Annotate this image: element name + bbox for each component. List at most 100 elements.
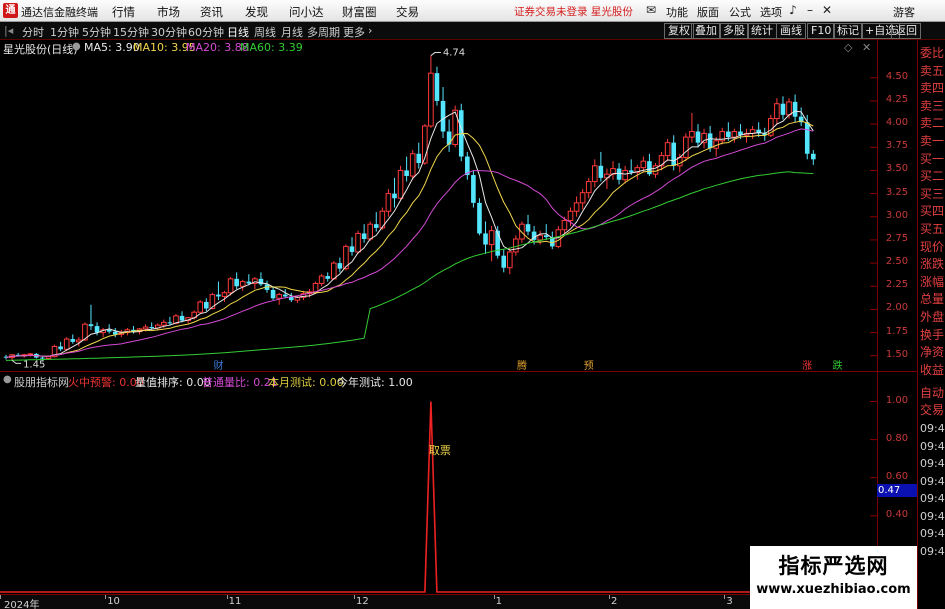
menu-item[interactable]: 问小达 — [289, 4, 324, 20]
quote-panel: 委比 卖五 卖四 卖三 卖二 卖一 买一 买二 买三 买四 买五 现价 涨跌 涨幅 总量 外盘 换手 净资 收益 自动… — [917, 40, 945, 609]
candle-body — [689, 131, 695, 138]
chevron-right-icon[interactable]: › — [368, 24, 372, 37]
minimize-icon[interactable]: – — [802, 2, 818, 18]
stock-label: 星光股份(日线) — [3, 43, 78, 56]
candle-body — [216, 294, 221, 297]
period-tab[interactable]: 1分钟 — [50, 24, 79, 40]
tool-button[interactable]: 复权 — [664, 23, 694, 39]
date-tick — [724, 595, 726, 599]
period-tab[interactable]: 60分钟 — [188, 24, 224, 40]
candle-body — [349, 246, 355, 252]
user-button[interactable]: 游客 — [893, 4, 915, 20]
indicator-tick-label: 0.80 — [885, 432, 909, 444]
date-tick — [226, 595, 228, 599]
ma-line — [5, 128, 814, 359]
settings-icon[interactable]: ● — [72, 41, 81, 52]
quote-label: 卖三 — [920, 98, 945, 113]
trade-label[interactable]: 交易 — [920, 401, 945, 418]
event-marker[interactable]: 涨 — [802, 360, 812, 371]
right-menu-item[interactable]: 版面 — [697, 4, 719, 20]
menu-item[interactable]: 行情 — [112, 4, 135, 20]
candle-body — [774, 103, 780, 120]
candle-body — [361, 233, 367, 239]
candlestick-chart[interactable]: 4.74 1.45 财 腾 预 涨 跌 — [0, 40, 877, 371]
candle-body — [161, 321, 167, 326]
quote-label: 收益 — [920, 362, 945, 377]
menu-bar: 通 通达信金融终端 行情 市场 资讯 发现 问小达 财富圈 交易 证券交易未登录 星光股份 … — [0, 0, 945, 22]
menu-item[interactable]: 财富圈 — [342, 4, 377, 20]
event-marker[interactable]: 预 — [584, 360, 594, 371]
candle-body — [616, 168, 622, 180]
date-label: 12 — [356, 596, 369, 607]
quote-label: 净资 — [920, 345, 945, 360]
event-marker[interactable]: 跌 — [833, 359, 843, 371]
menu-item[interactable]: 资讯 — [200, 4, 223, 20]
indicator-chart[interactable]: 取票 — [0, 372, 877, 594]
candle-body — [501, 255, 507, 268]
menu-item[interactable]: 发现 — [245, 4, 268, 20]
candle-body — [227, 278, 234, 294]
period-tab[interactable]: 多周期 — [307, 24, 340, 40]
tool-button[interactable]: 标记 — [833, 23, 863, 39]
candle-body — [204, 302, 209, 309]
date-label: 2024年 — [4, 600, 40, 609]
candle-body — [246, 281, 252, 284]
trade-time: 09:43 — [920, 492, 945, 505]
period-toolbar: |◂ 分时 1分钟 5分钟 15分钟 30分钟 60分钟 日线 周线 月线 多周期 更多 › 复权 叠加… — [0, 22, 945, 40]
high-label: 4.74 — [443, 48, 465, 59]
period-tab[interactable]: 日线 — [227, 24, 249, 40]
candle-body — [811, 153, 816, 160]
event-marker[interactable]: 腾 — [517, 359, 527, 371]
candle-body — [658, 155, 665, 167]
watermark-title: 指标严选网 — [778, 554, 889, 578]
collapse-icon[interactable]: |◂ — [4, 24, 13, 37]
right-menu-item[interactable]: 功能 — [666, 4, 688, 20]
candle-body — [579, 192, 586, 204]
close-icon[interactable]: ✕ — [819, 2, 835, 18]
date-tick — [609, 595, 610, 599]
login-notice[interactable]: 证券交易未登录 星光股份 — [514, 4, 633, 19]
date-label: 3 — [726, 596, 733, 607]
price-tick-label: 3.00 — [885, 209, 909, 221]
candle-body — [318, 275, 325, 284]
tool-button[interactable]: 返回 — [891, 23, 921, 39]
quote-label: 涨跌 — [920, 257, 945, 272]
diamond-icon[interactable]: ◇ — [844, 41, 852, 54]
tool-button[interactable]: 统计 — [747, 23, 777, 39]
right-menu-item[interactable]: 公式 — [729, 4, 751, 20]
period-tab[interactable]: 30分钟 — [151, 24, 187, 40]
event-marker[interactable]: 财 — [213, 359, 223, 371]
period-tab[interactable]: 分时 — [22, 24, 44, 40]
candle-body — [88, 324, 94, 327]
indicator-legend-item: 股朋指标网 — [14, 376, 69, 389]
date-label: 10 — [107, 596, 120, 607]
tool-button[interactable]: 叠加 — [691, 23, 721, 39]
tool-button[interactable]: 多股 — [719, 23, 749, 39]
period-tab[interactable]: 月线 — [281, 24, 303, 40]
candle-body — [525, 224, 531, 232]
menu-item[interactable]: 市场 — [157, 4, 180, 20]
quote-label: 买一 — [920, 151, 945, 166]
right-menu-item[interactable]: 选项 — [760, 4, 782, 20]
candle-body — [282, 294, 288, 297]
period-tab[interactable]: 5分钟 — [82, 24, 111, 40]
period-tab[interactable]: 更多 — [343, 24, 365, 40]
tool-button[interactable]: 画线 — [776, 23, 806, 39]
candle-body — [276, 294, 282, 299]
candle-body — [561, 219, 568, 231]
candle-body — [142, 326, 149, 330]
sound-icon[interactable]: ♪ — [785, 2, 801, 18]
settings-icon[interactable]: ● — [3, 374, 12, 385]
date-tick — [105, 595, 107, 599]
period-tab[interactable]: 周线 — [254, 24, 276, 40]
menu-item[interactable]: 交易 — [396, 4, 419, 20]
indicator-legend-item: 今年测试: 1.00 — [337, 376, 413, 389]
period-tab[interactable]: 15分钟 — [113, 24, 149, 40]
close-panel-icon[interactable]: ✕ — [862, 41, 871, 54]
candle-body — [45, 356, 52, 360]
trade-label[interactable]: 自动 — [920, 384, 945, 401]
indicator-legend-item: 普通量比: 0.21 — [202, 376, 278, 389]
message-icon[interactable]: ✉ — [643, 2, 659, 18]
tool-button[interactable]: F10 — [807, 23, 836, 39]
candle-body — [488, 230, 495, 246]
